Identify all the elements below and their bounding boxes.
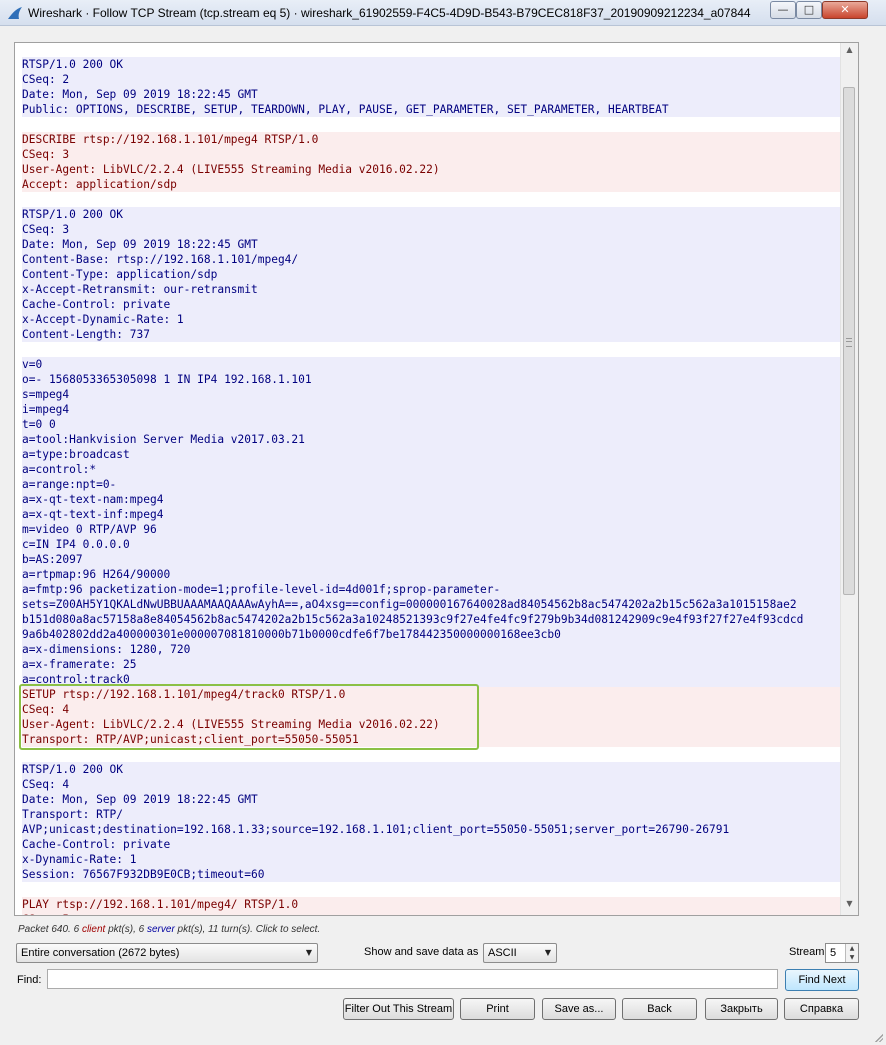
window-title: Wireshark · Follow TCP Stream (tcp.strea… [28, 6, 751, 20]
grip-icon [846, 338, 852, 347]
encoding-select-value: ASCII [488, 947, 517, 959]
encoding-select[interactable]: ASCII ▼ [483, 943, 557, 963]
server-line: o=- 1568053365305098 1 IN IP4 192.168.1.… [22, 372, 840, 387]
save-as-button[interactable]: Save as... [542, 998, 616, 1020]
spin-arrows-icon[interactable]: ▲ ▼ [845, 944, 858, 962]
server-line: a=x-qt-text-nam:mpeg4 [22, 492, 840, 507]
minimize-button[interactable]: — [770, 1, 796, 19]
server-line: a=x-framerate: 25 [22, 657, 840, 672]
wireshark-fin-icon [8, 7, 22, 19]
server-line: v=0 [22, 357, 840, 372]
server-line: sets=Z00AH5Y1QKALdNwUBBUAAAMAAQAAAwAyhA=… [22, 597, 840, 612]
server-line: Public: OPTIONS, DESCRIBE, SETUP, TEARDO… [22, 102, 840, 117]
maximize-button[interactable]: □ [796, 1, 822, 19]
server-line: Content-Base: rtsp://192.168.1.101/mpeg4… [22, 252, 840, 267]
server-line: c=IN IP4 0.0.0.0 [22, 537, 840, 552]
server-line: Date: Mon, Sep 09 2019 18:22:45 GMT [22, 237, 840, 252]
server-line: RTSP/1.0 200 OK [22, 207, 840, 222]
server-line: t=0 0 [22, 417, 840, 432]
stream-blank-line [22, 882, 840, 897]
server-line: a=tool:Hankvision Server Media v2017.03.… [22, 432, 840, 447]
find-next-button[interactable]: Find Next [785, 969, 859, 991]
server-line: b151d080a8ac57158a8e84054562b8ac5474202a… [22, 612, 840, 627]
server-line: x-Accept-Retransmit: our-retransmit [22, 282, 840, 297]
title-bar: Wireshark · Follow TCP Stream (tcp.strea… [0, 0, 886, 26]
server-line: RTSP/1.0 200 OK [22, 762, 840, 777]
client-line: CSeq: 5 [22, 912, 840, 915]
server-line: a=range:npt=0- [22, 477, 840, 492]
server-line: a=x-qt-text-inf:mpeg4 [22, 507, 840, 522]
scroll-up-arrow-icon[interactable]: ▲ [843, 45, 856, 59]
client-line: CSeq: 3 [22, 147, 840, 162]
server-line: a=type:broadcast [22, 447, 840, 462]
stream-status: Packet 640. 6 client pkt(s), 6 server pk… [18, 924, 320, 935]
status-text: pkt(s), 11 turn(s). Click to select. [174, 924, 321, 935]
server-line: CSeq: 2 [22, 72, 840, 87]
status-text: pkt(s), 6 [105, 924, 147, 935]
resize-grip-icon[interactable] [873, 1032, 883, 1042]
stream-number-value: 5 [830, 947, 837, 959]
status-client-word: client [81, 924, 106, 935]
stream-content[interactable]: RTSP/1.0 200 OK CSeq: 2 Date: Mon, Sep 09 … [22, 57, 840, 915]
server-line: CSeq: 3 [22, 222, 840, 237]
server-line: x-Accept-Dynamic-Rate: 1 [22, 312, 840, 327]
status-text: Packet 640. 6 [18, 924, 82, 935]
stream-number-spinbox[interactable]: 5 ▲ ▼ [825, 943, 859, 963]
stream-blank-line [22, 117, 840, 132]
close-button[interactable]: Закрыть [705, 998, 778, 1020]
filter-out-stream-button[interactable]: Filter Out This Stream [343, 998, 454, 1020]
server-line: Transport: RTP/ [22, 807, 840, 822]
server-line: Cache-Control: private [22, 837, 840, 852]
server-line: Session: 76567F932DB9E0CB;timeout=60 [22, 867, 840, 882]
server-line: a=fmtp:96 packetization-mode=1;profile-l… [22, 582, 840, 597]
server-line: AVP;unicast;destination=192.168.1.33;sou… [22, 822, 840, 837]
dropdown-arrow-icon: ▼ [544, 948, 551, 957]
client-line: User-Agent: LibVLC/2.2.4 (LIVE555 Stream… [22, 162, 840, 177]
server-line: RTSP/1.0 200 OK [22, 57, 840, 72]
find-label: Find: [17, 974, 42, 986]
server-line: a=control:* [22, 462, 840, 477]
server-line: Cache-Control: private [22, 297, 840, 312]
vertical-scrollbar[interactable]: ▲ ▼ [840, 43, 858, 915]
server-line: 9a6b402802dd2a400000301e000007081810000b… [22, 627, 840, 642]
status-server-word: server [146, 924, 175, 935]
server-line: Content-Length: 737 [22, 327, 840, 342]
scroll-thumb[interactable] [843, 87, 855, 595]
server-line: b=AS:2097 [22, 552, 840, 567]
server-line: x-Dynamic-Rate: 1 [22, 852, 840, 867]
server-line: Date: Mon, Sep 09 2019 18:22:45 GMT [22, 792, 840, 807]
stream-blank-line [22, 342, 840, 357]
server-line: m=video 0 RTP/AVP 96 [22, 522, 840, 537]
help-button[interactable]: Справка [784, 998, 859, 1020]
scroll-down-arrow-icon[interactable]: ▼ [843, 899, 856, 913]
close-window-button[interactable]: ✕ [822, 1, 868, 19]
stream-text-view[interactable]: RTSP/1.0 200 OK CSeq: 2 Date: Mon, Sep 09 … [14, 42, 859, 916]
show-data-label: Show and save data as [364, 946, 479, 958]
setup-request-highlight [19, 684, 479, 750]
print-button[interactable]: Print [460, 998, 535, 1020]
back-button[interactable]: Back [622, 998, 697, 1020]
server-line: CSeq: 4 [22, 777, 840, 792]
server-line: s=mpeg4 [22, 387, 840, 402]
client-line: PLAY rtsp://192.168.1.101/mpeg4/ RTSP/1.… [22, 897, 840, 912]
server-line: a=x-dimensions: 1280, 720 [22, 642, 840, 657]
server-line: Date: Mon, Sep 09 2019 18:22:45 GMT [22, 87, 840, 102]
stream-blank-line [22, 192, 840, 207]
find-input[interactable] [47, 969, 778, 989]
server-line: i=mpeg4 [22, 402, 840, 417]
server-line: a=rtpmap:96 H264/90000 [22, 567, 840, 582]
client-line: Accept: application/sdp [22, 177, 840, 192]
conversation-select[interactable]: Entire conversation (2672 bytes) ▼ [16, 943, 318, 963]
server-line: Content-Type: application/sdp [22, 267, 840, 282]
client-line: DESCRIBE rtsp://192.168.1.101/mpeg4 RTSP… [22, 132, 840, 147]
dropdown-arrow-icon: ▼ [305, 948, 312, 957]
stream-label: Stream [789, 946, 825, 958]
conversation-select-value: Entire conversation (2672 bytes) [21, 947, 180, 959]
